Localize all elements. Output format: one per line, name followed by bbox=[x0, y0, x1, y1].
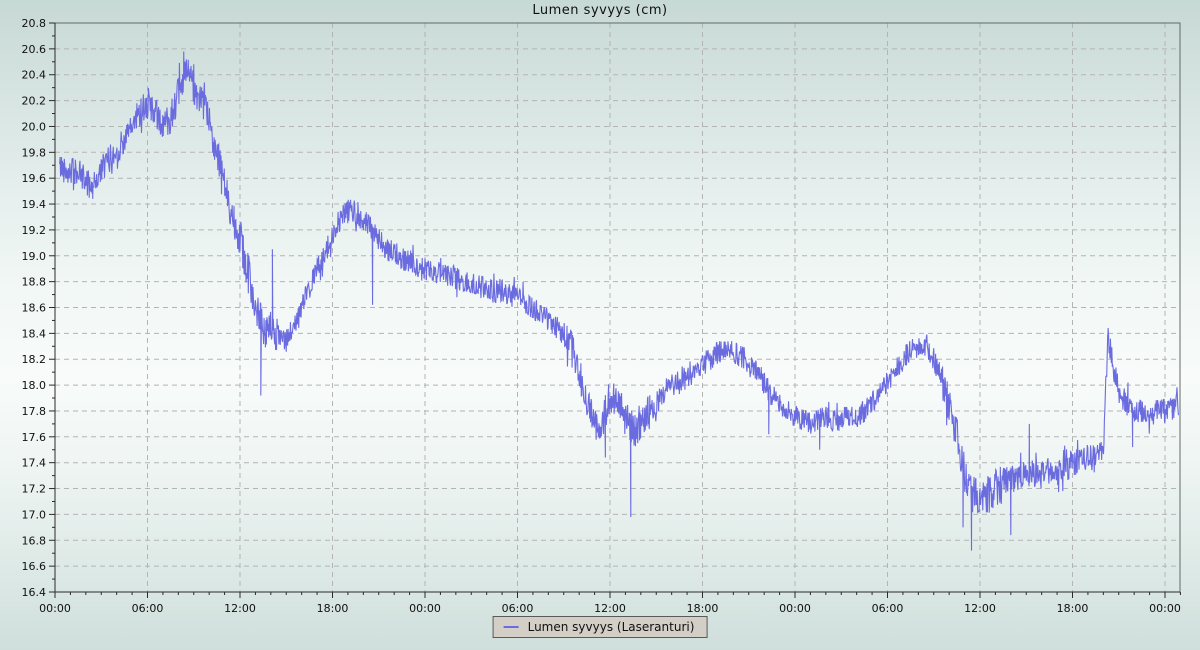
svg-text:17.6: 17.6 bbox=[22, 431, 47, 444]
svg-text:18.6: 18.6 bbox=[22, 302, 47, 315]
svg-text:00:00: 00:00 bbox=[779, 602, 811, 615]
legend-line-sample-icon bbox=[504, 626, 519, 628]
chart-window: Lumen syvyys (cm) 16.416.616.817.017.217… bbox=[0, 0, 1200, 650]
svg-text:16.4: 16.4 bbox=[22, 586, 47, 599]
svg-text:19.4: 19.4 bbox=[22, 198, 47, 211]
svg-text:18:00: 18:00 bbox=[317, 602, 349, 615]
svg-text:20.6: 20.6 bbox=[22, 43, 47, 56]
svg-text:16.8: 16.8 bbox=[22, 534, 47, 547]
svg-text:20.0: 20.0 bbox=[22, 120, 47, 133]
svg-text:19.0: 19.0 bbox=[22, 250, 47, 263]
svg-text:20.8: 20.8 bbox=[22, 17, 47, 30]
legend: Lumen syvyys (Laseranturi) bbox=[493, 616, 708, 638]
svg-text:17.4: 17.4 bbox=[22, 457, 47, 470]
svg-text:19.8: 19.8 bbox=[22, 146, 47, 159]
line-chart-canvas: 16.4 16.6 16.8 17.0 17.2 17.4 17.6 17.8 18.0 18.2… bbox=[0, 0, 1200, 650]
legend-label: Lumen syvyys (Laseranturi) bbox=[528, 620, 695, 634]
svg-text:12:00: 12:00 bbox=[224, 602, 256, 615]
svg-text:06:00: 06:00 bbox=[502, 602, 534, 615]
svg-text:20.2: 20.2 bbox=[22, 95, 47, 108]
svg-text:18.0: 18.0 bbox=[22, 379, 47, 392]
svg-text:17.8: 17.8 bbox=[22, 405, 47, 418]
svg-text:16.6: 16.6 bbox=[22, 560, 47, 573]
svg-text:17.2: 17.2 bbox=[22, 483, 47, 496]
svg-text:18:00: 18:00 bbox=[1057, 602, 1089, 615]
svg-text:19.6: 19.6 bbox=[22, 172, 47, 185]
svg-text:06:00: 06:00 bbox=[132, 602, 164, 615]
svg-text:18.4: 18.4 bbox=[22, 327, 47, 340]
svg-text:20.4: 20.4 bbox=[22, 69, 47, 82]
svg-text:12:00: 12:00 bbox=[594, 602, 626, 615]
svg-text:17.0: 17.0 bbox=[22, 508, 47, 521]
svg-text:00:00: 00:00 bbox=[1149, 602, 1181, 615]
svg-text:18.8: 18.8 bbox=[22, 276, 47, 289]
svg-text:06:00: 06:00 bbox=[872, 602, 904, 615]
svg-text:12:00: 12:00 bbox=[964, 602, 996, 615]
svg-text:00:00: 00:00 bbox=[39, 602, 71, 615]
svg-text:18:00: 18:00 bbox=[687, 602, 719, 615]
svg-text:19.2: 19.2 bbox=[22, 224, 47, 237]
svg-text:00:00: 00:00 bbox=[409, 602, 441, 615]
svg-text:18.2: 18.2 bbox=[22, 353, 47, 366]
